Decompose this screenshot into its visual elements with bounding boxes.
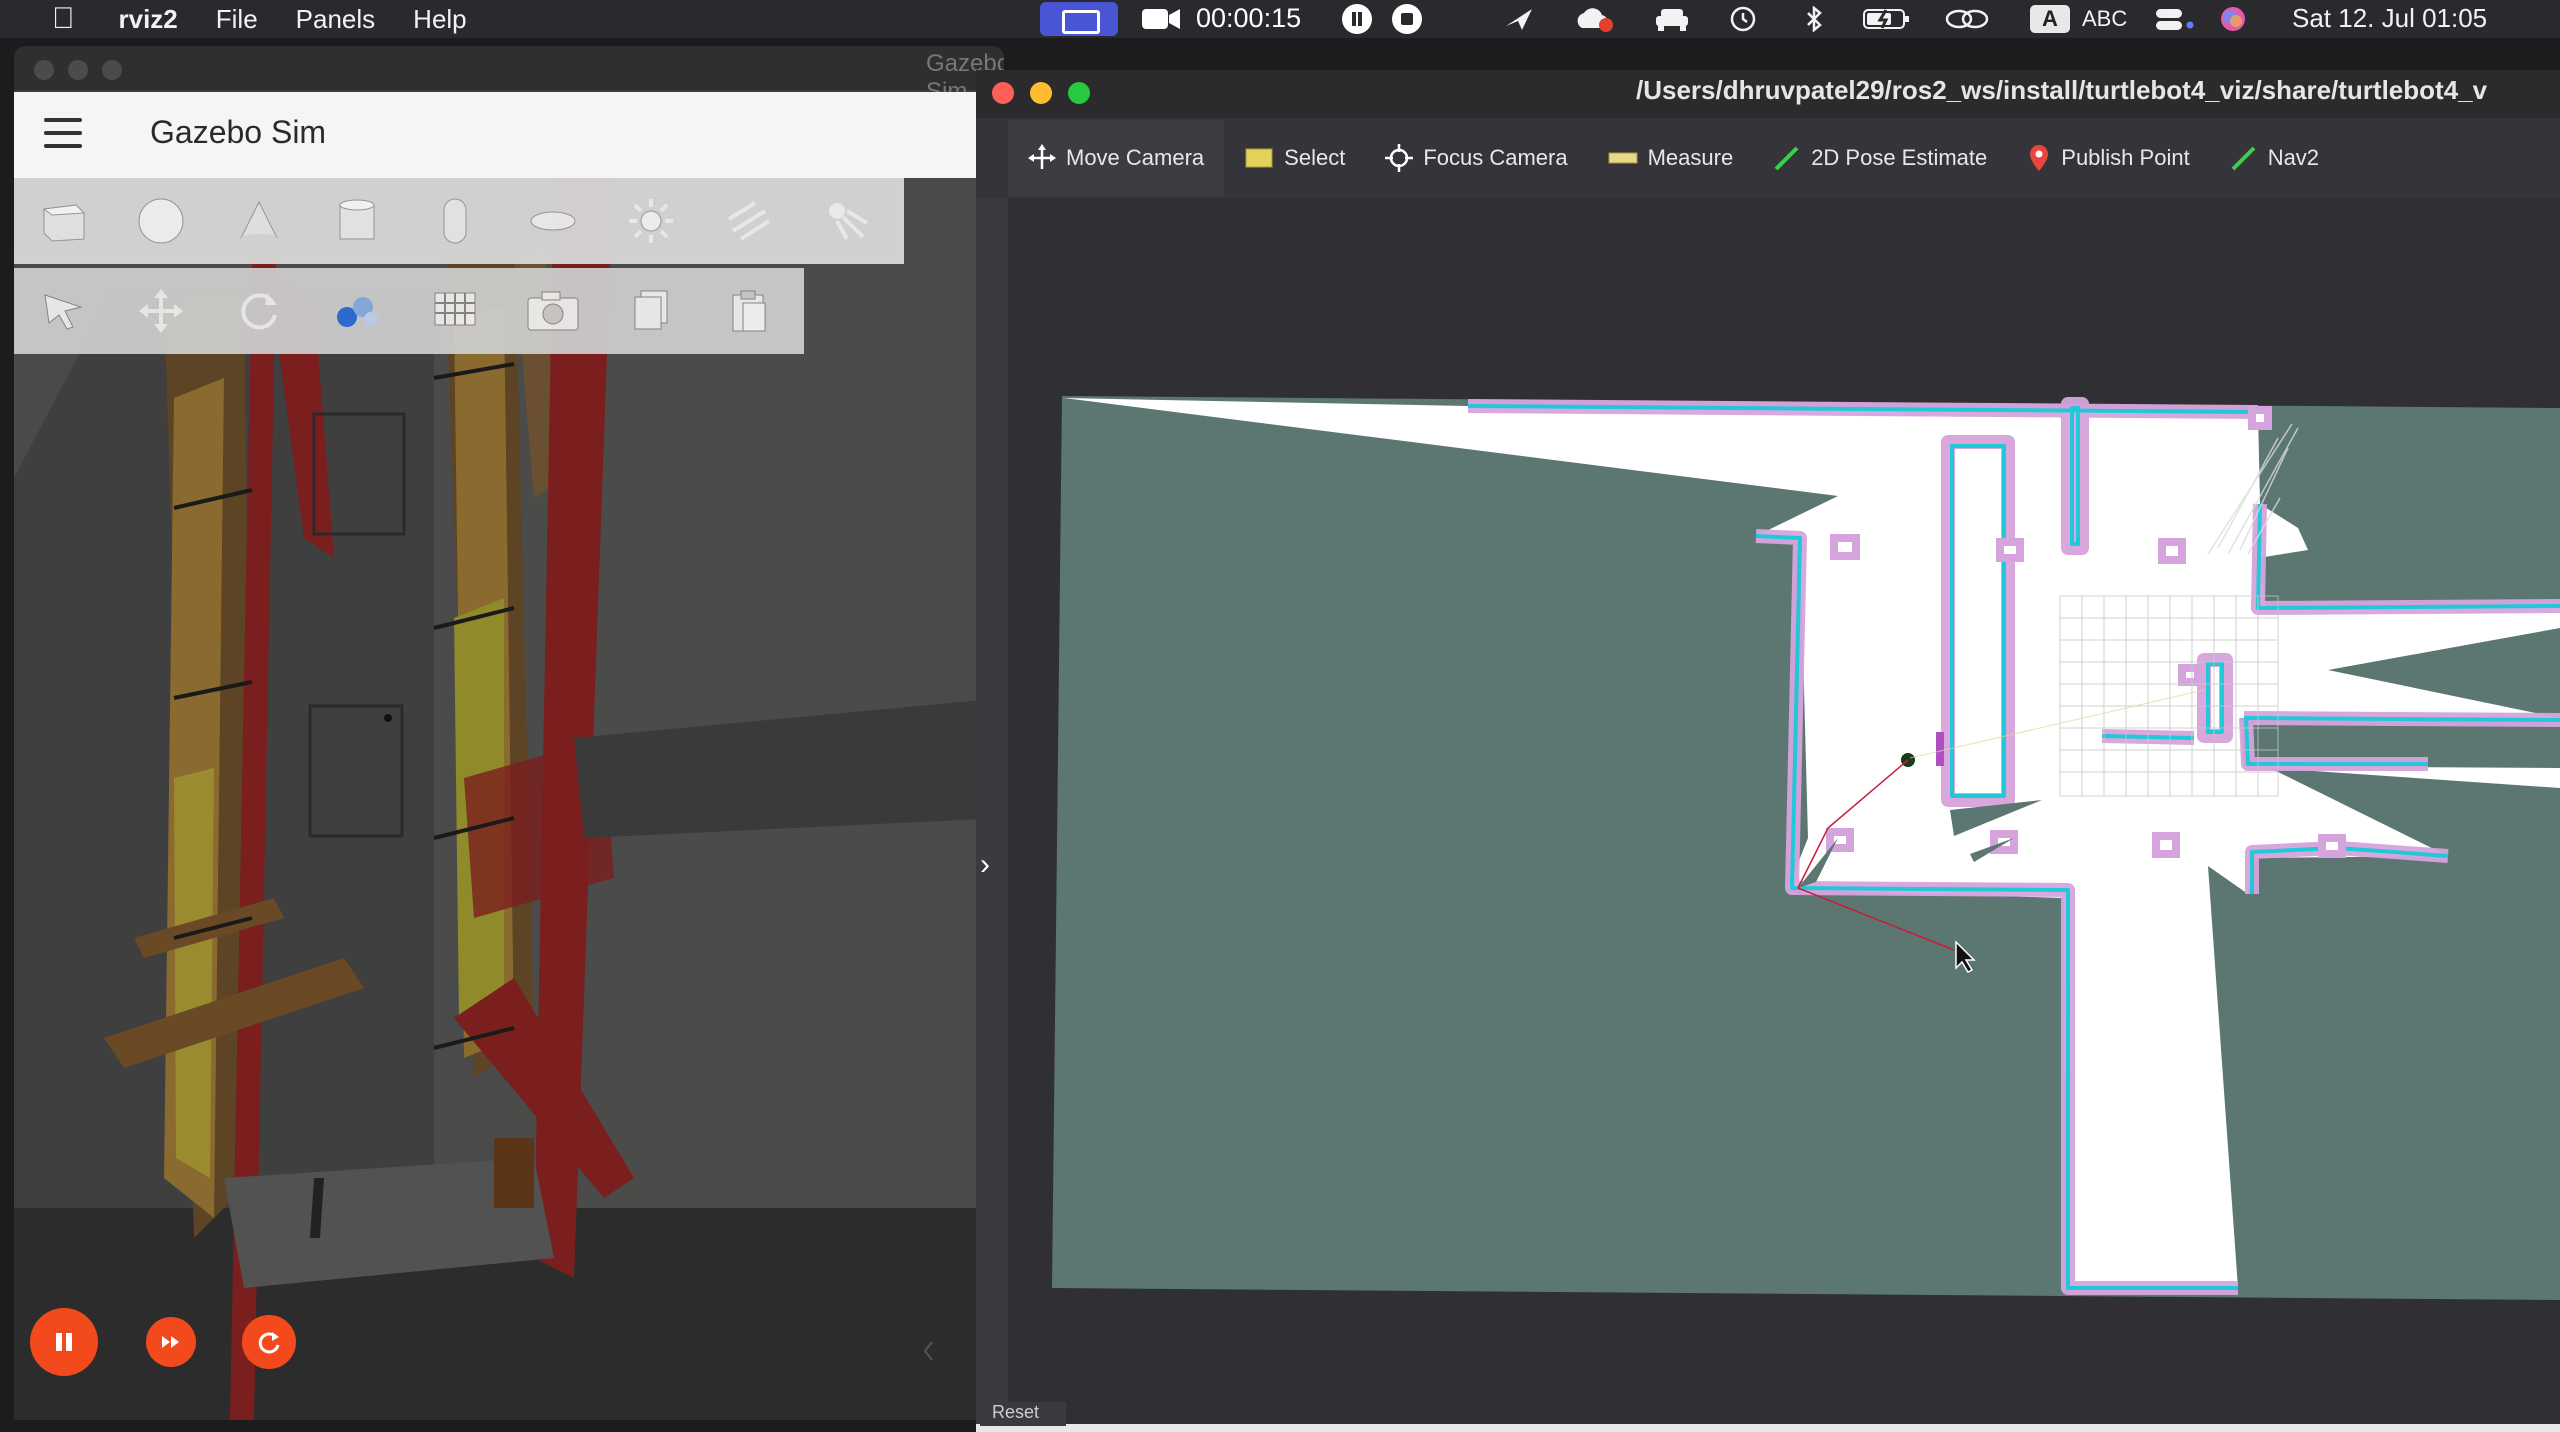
status-bar — [976, 1424, 2560, 1432]
occupancy-map — [1052, 396, 2560, 1300]
close-button[interactable] — [34, 60, 54, 80]
hamburger-menu-icon[interactable] — [44, 118, 82, 148]
screen-mirroring-link-icon[interactable] — [1944, 6, 1990, 32]
measure-label: Measure — [1647, 145, 1734, 170]
clock[interactable]: Sat 12. Jul 01:05 — [2292, 3, 2487, 34]
app-menu[interactable]: rviz2 — [119, 4, 178, 35]
focus-camera-label: Focus Camera — [1423, 145, 1568, 170]
focus-camera-tool[interactable]: Focus Camera — [1365, 120, 1587, 196]
zoom-button[interactable] — [1068, 82, 1090, 104]
spot-light-icon[interactable] — [798, 178, 896, 264]
bluetooth-icon[interactable] — [1802, 6, 1826, 32]
transform-toolbar — [14, 268, 804, 354]
gazebo-3d-scene[interactable] — [14, 178, 1004, 1420]
directional-light-icon[interactable] — [700, 178, 798, 264]
focus-camera-icon — [1385, 144, 1414, 172]
nav2-goal-label: Nav2 — [2267, 145, 2320, 170]
input-source-icon[interactable]: A — [2030, 5, 2070, 33]
measure-icon — [1608, 151, 1638, 165]
gazebo-window: Gazebo Sim — [14, 46, 1004, 1420]
obstacle — [2178, 664, 2202, 686]
shape-toolbar — [14, 178, 904, 264]
laser-scan-points — [1936, 732, 1944, 766]
rviz-tool-bar: Move Camera Select Focus Camera Measure … — [976, 118, 2560, 198]
move-camera-tool[interactable]: Move Camera — [1008, 120, 1225, 196]
rviz-window: /Users/dhruvpatel29/ros2_ws/install/turt… — [976, 70, 2560, 1432]
cylinder-icon[interactable] — [308, 178, 406, 264]
minimize-button[interactable] — [68, 60, 88, 80]
pause-recording-icon[interactable] — [1342, 4, 1372, 34]
translate-icon[interactable] — [112, 268, 210, 354]
obstacle — [2318, 834, 2346, 858]
obstacle — [2152, 832, 2180, 858]
nav2-goal-arrow-icon — [2230, 144, 2258, 172]
2d-pose-estimate-tool[interactable]: 2D Pose Estimate — [1753, 120, 2007, 196]
window-title: /Users/dhruvpatel29/ros2_ws/install/turt… — [1636, 75, 2488, 105]
ellipsoid-icon[interactable] — [504, 178, 602, 264]
sun-light-icon[interactable] — [602, 178, 700, 264]
recording-timer: 00:00:15 — [1196, 3, 1302, 33]
time-machine-icon[interactable] — [1728, 6, 1758, 32]
nav2-goal-tool[interactable]: Nav2 — [2210, 120, 2339, 196]
rotate-icon[interactable] — [210, 268, 308, 354]
siri-icon[interactable] — [2218, 6, 2248, 32]
measure-tool[interactable]: Measure — [1588, 120, 1754, 196]
cloud-alert-icon[interactable] — [1574, 6, 1614, 32]
grid-icon[interactable] — [406, 268, 504, 354]
app-title: Gazebo Sim — [150, 114, 327, 150]
publish-point-label: Publish Point — [2061, 145, 2190, 170]
move-camera-icon — [1028, 144, 1056, 172]
reset-button[interactable]: Reset — [980, 1402, 1066, 1426]
reset-simulation-button[interactable] — [242, 1315, 296, 1369]
sphere-icon[interactable] — [112, 178, 210, 264]
obstacle — [2248, 406, 2272, 430]
send-icon[interactable] — [1502, 6, 1536, 32]
menu-help[interactable]: Help — [413, 4, 466, 35]
close-button[interactable] — [992, 82, 1014, 104]
paste-icon[interactable] — [700, 268, 798, 354]
pose-estimate-arrow-icon — [1773, 144, 1801, 172]
zoom-button[interactable] — [102, 60, 122, 80]
rviz-titlebar[interactable]: /Users/dhruvpatel29/ros2_ws/install/turt… — [976, 70, 2560, 118]
warehouse-render — [14, 178, 1004, 1420]
obstacle — [1830, 534, 1860, 560]
move-camera-label: Move Camera — [1066, 145, 1205, 170]
menu-panels[interactable]: Panels — [296, 4, 376, 35]
cone-icon[interactable] — [210, 178, 308, 264]
gazebo-app-bar: Gazebo Sim — [14, 92, 1004, 178]
screen-share-icon[interactable] — [1040, 2, 1118, 36]
box-icon[interactable] — [14, 178, 112, 264]
pause-simulation-button[interactable] — [30, 1308, 98, 1376]
panel-collapse-strip[interactable]: › — [976, 198, 1008, 1432]
minimize-button[interactable] — [1030, 82, 1052, 104]
menu-file[interactable]: File — [216, 4, 258, 35]
copy-icon[interactable] — [602, 268, 700, 354]
publish-point-tool[interactable]: Publish Point — [2007, 120, 2209, 196]
chevron-right-icon[interactable]: › — [980, 848, 990, 882]
video-camera-icon — [1142, 9, 1180, 29]
stop-recording-icon[interactable] — [1392, 4, 1422, 34]
battery-charging-icon[interactable] — [1862, 6, 1912, 32]
gazebo-titlebar[interactable]: Gazebo Sim — [14, 46, 1004, 105]
input-source-label[interactable]: ABC — [2082, 6, 2127, 32]
chevron-left-icon[interactable] — [922, 1340, 936, 1362]
capsule-icon[interactable] — [406, 178, 504, 264]
apple-menu-icon[interactable]:  — [52, 2, 75, 36]
2d-pose-estimate-label: 2D Pose Estimate — [1811, 145, 1988, 170]
obstacle — [2158, 538, 2186, 564]
select-tool[interactable]: Select — [1224, 120, 1365, 196]
select-label: Select — [1284, 145, 1346, 170]
step-simulation-button[interactable] — [146, 1317, 196, 1367]
car-icon[interactable] — [1652, 6, 1692, 32]
control-center-icon[interactable] — [2154, 6, 2194, 32]
select-icon — [1244, 145, 1274, 171]
select-pointer-icon[interactable] — [14, 268, 112, 354]
grid-snap-icon[interactable] — [308, 268, 406, 354]
obstacle — [1996, 538, 2024, 562]
publish-point-pin-icon — [2027, 143, 2051, 173]
screenshot-camera-icon[interactable] — [504, 268, 602, 354]
rviz-3d-view[interactable] — [1008, 198, 2560, 1424]
